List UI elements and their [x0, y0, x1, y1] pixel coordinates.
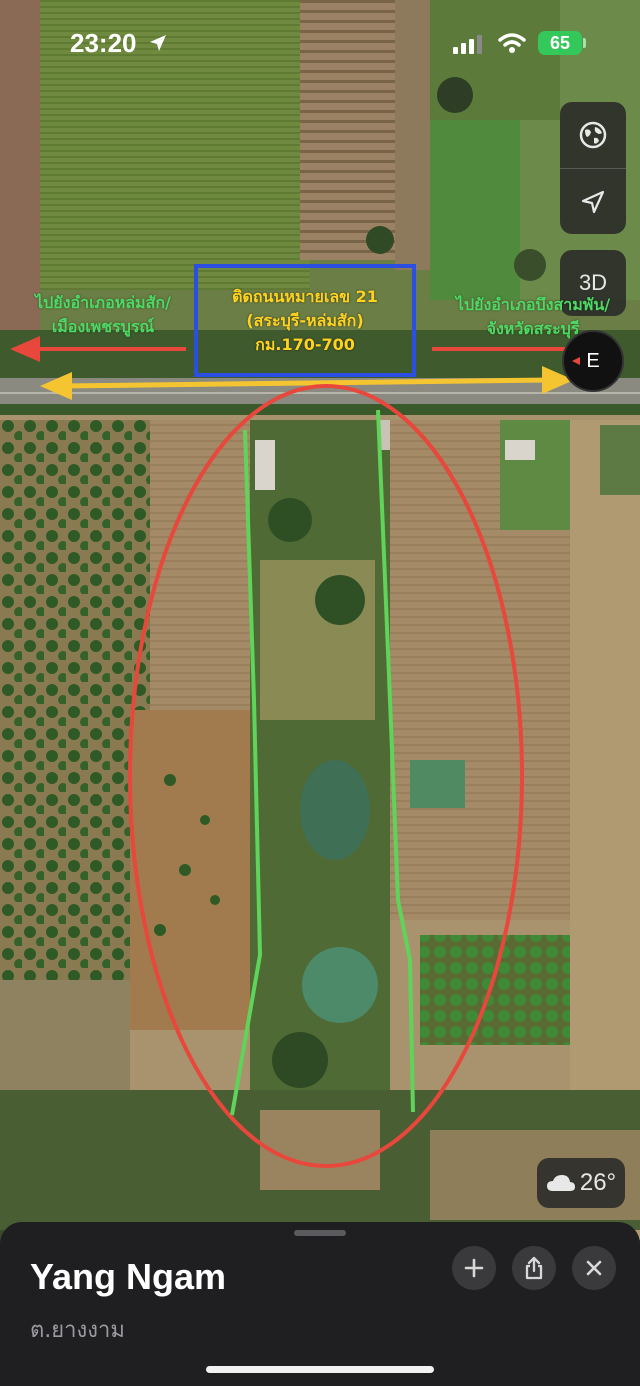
road-info-line-3: กม.170-700	[255, 335, 355, 354]
battery-indicator: 65	[538, 31, 582, 55]
plus-icon	[464, 1258, 484, 1278]
right-destination-line-2: จังหวัดสระบุรี	[486, 319, 580, 338]
sheet-grabber[interactable]	[294, 1230, 346, 1236]
road-info-line-2: (สระบุรี-หล่มสัก)	[246, 311, 364, 330]
place-card-sheet[interactable]: Yang Ngam ต.ยางงาม	[0, 1222, 640, 1386]
place-title: Yang Ngam	[30, 1256, 227, 1297]
close-icon	[586, 1260, 602, 1276]
status-time: 23:20	[70, 28, 137, 58]
globe-icon	[579, 121, 607, 149]
place-subtitle: ต.ยางงาม	[30, 1318, 125, 1343]
cloud-icon	[546, 1175, 575, 1191]
right-destination-line-1: ไปยังอำเภอบึงสามพัน/	[455, 295, 611, 314]
battery-nub	[583, 38, 586, 48]
cellular-signal-icon	[453, 35, 482, 54]
share-icon	[525, 1256, 543, 1280]
wifi-icon	[498, 33, 526, 53]
maps-screen: 23:20 65 3D E ไปยังอำเภอหล่มสัก/ เมืองเพ…	[0, 0, 640, 1386]
left-destination-line-1: ไปยังอำเภอหล่มสัก/	[35, 293, 171, 312]
temperature: 26°	[579, 1169, 617, 1196]
right-destination-label: ไปยังอำเภอบึงสามพัน/ จังหวัดสระบุรี	[438, 293, 628, 341]
left-destination-label: ไปยังอำเภอหล่มสัก/ เมืองเพชรบูรณ์	[18, 291, 188, 339]
current-location-button[interactable]	[560, 169, 626, 235]
close-button[interactable]	[572, 1246, 616, 1290]
road-info-line-1: ติดถนนหมายเลข 21	[232, 287, 378, 306]
map-style-button[interactable]	[560, 102, 626, 168]
road-info-label: ติดถนนหมายเลข 21 (สระบุรี-หล่มสัก) กม.17…	[200, 285, 410, 357]
battery-level: 65	[549, 32, 571, 53]
share-button[interactable]	[512, 1246, 556, 1290]
location-arrow-icon	[581, 190, 605, 214]
weather-badge[interactable]: 26°	[537, 1158, 625, 1208]
home-indicator[interactable]	[206, 1366, 434, 1373]
map-controls	[560, 102, 626, 234]
location-services-icon	[150, 35, 166, 51]
left-destination-line-2: เมืองเพชรบูรณ์	[51, 317, 155, 336]
add-button[interactable]	[452, 1246, 496, 1290]
